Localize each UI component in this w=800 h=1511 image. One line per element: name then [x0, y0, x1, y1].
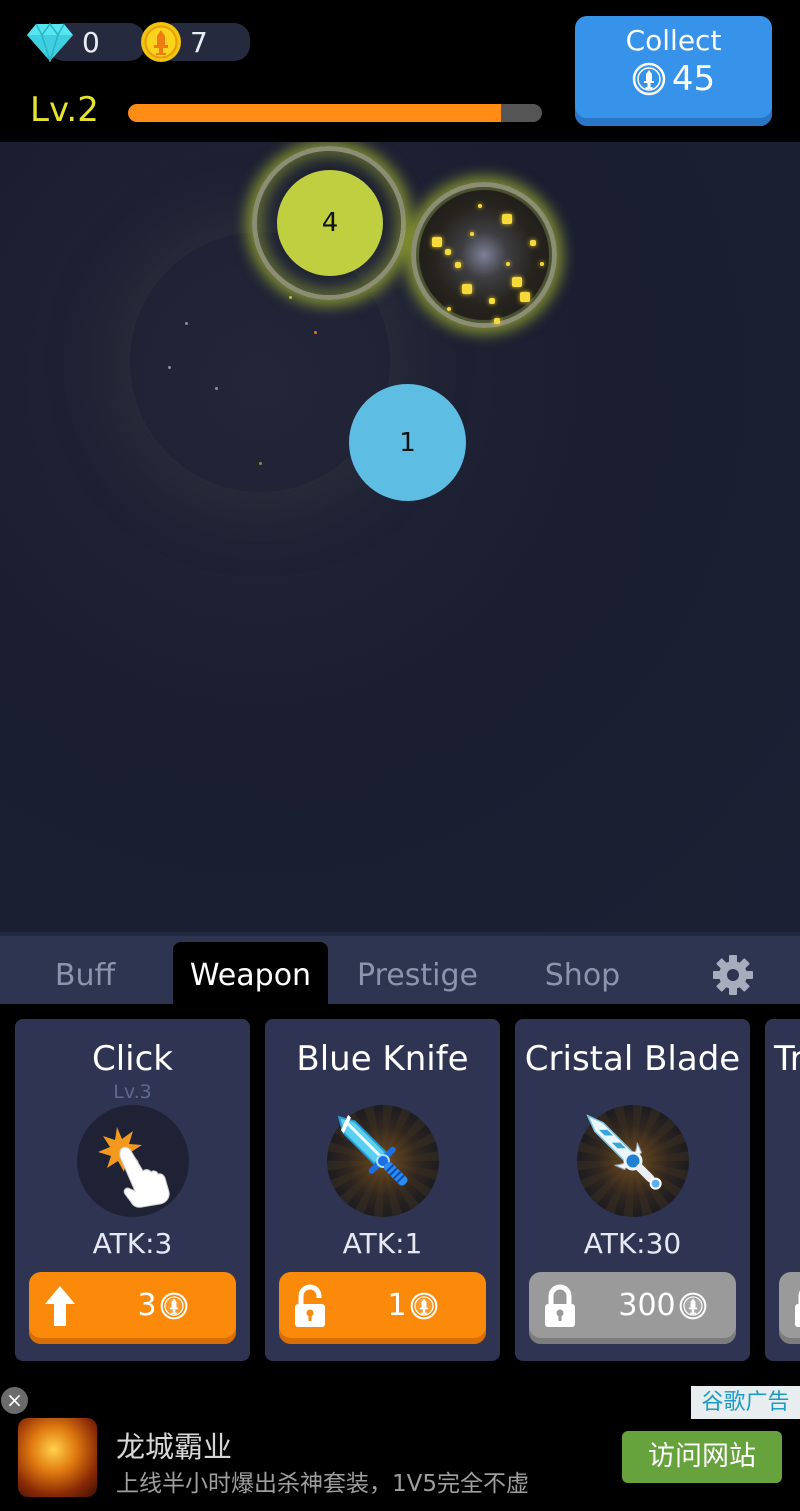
weapon-level: Lv.3: [113, 1081, 152, 1103]
tab-label: Shop: [544, 957, 621, 993]
spark-particle: [512, 277, 522, 287]
weapon-attack: ATK:1: [342, 1227, 423, 1260]
tab-shop[interactable]: Shop: [510, 942, 655, 1008]
tab-label: Prestige: [357, 957, 478, 993]
target-hp: 1: [399, 427, 416, 458]
locked-padlock-icon: [795, 1290, 800, 1327]
tab-bar: Buff Weapon Prestige Shop: [0, 932, 800, 1008]
ad-app-logo[interactable]: [18, 1418, 97, 1497]
ad-description: 上线半小时爆出杀神套装，1V5完全不虚: [116, 1471, 530, 1497]
weapon-attack: ATK:30: [583, 1227, 682, 1260]
spark-particle: [478, 204, 482, 208]
blue-knife-icon: [337, 1114, 408, 1186]
target-hp: 4: [321, 208, 339, 238]
dust-particle: [289, 296, 292, 299]
weapon-icon-frame: [327, 1105, 439, 1217]
crystal-blade-icon: [586, 1114, 662, 1190]
price-value: 1: [387, 1288, 407, 1323]
coin-outline-icon: [160, 1292, 187, 1319]
spark-particle: [520, 292, 530, 302]
weapon-name: Blue Knife: [296, 1039, 469, 1079]
coin-icon: [141, 22, 181, 62]
spark-particle: [506, 262, 510, 266]
weapon-icon-frame: [77, 1105, 189, 1217]
unlock-button-locked[interactable]: 300: [529, 1272, 736, 1344]
weapon-attack: ATK:3: [92, 1227, 173, 1260]
tab-label: Buff: [54, 957, 116, 993]
ad-label: 谷歌广告: [691, 1386, 800, 1419]
coin-outline-icon: [632, 62, 666, 96]
weapon-card-list[interactable]: Click Lv.3 ATK:3 3 Blue Knife ATK:1 1 Cr…: [0, 1004, 800, 1374]
price: 3: [89, 1288, 236, 1323]
unlock-button[interactable]: 1: [279, 1272, 486, 1344]
dust-particle: [215, 387, 218, 390]
spark-particle: [445, 249, 451, 255]
tab-prestige[interactable]: Prestige: [340, 942, 495, 1008]
dust-particle: [185, 322, 188, 325]
arrow-up-icon: [45, 1286, 75, 1326]
dust-particle: [168, 366, 171, 369]
weapon-name-text: Tr: [774, 1039, 800, 1079]
player-level: Lv.2: [30, 90, 99, 130]
play-field[interactable]: 4 1: [0, 142, 800, 932]
xp-progress-bar: [128, 104, 542, 122]
spark-particle: [432, 237, 442, 247]
spark-particle: [462, 284, 472, 294]
spark-particle: [494, 318, 500, 324]
collect-amount-row: 45: [575, 59, 772, 99]
gear-icon[interactable]: [712, 954, 754, 996]
ad-visit-button[interactable]: 访问网站: [622, 1431, 782, 1483]
top-bar: 0 7 Lv.2 Collect 45: [0, 0, 800, 142]
spark-particle: [502, 214, 512, 224]
price: 1: [339, 1288, 486, 1323]
weapon-card: Cristal Blade ATK:30 300: [515, 1019, 750, 1361]
weapon-name: Cristal Blade: [524, 1039, 741, 1079]
weapon-name: Tr: [774, 1039, 800, 1079]
tap-hand-icon: [98, 1127, 170, 1208]
gem-counter: 0: [26, 22, 145, 62]
spark-particle: [540, 262, 544, 266]
price: 300: [589, 1288, 736, 1323]
ad-banner: × 谷歌广告 龙城霸业 上线半小时爆出杀神套装，1V5完全不虚 访问网站: [0, 1374, 800, 1511]
dust-particle: [314, 331, 317, 334]
price-value: 3: [137, 1288, 157, 1323]
weapon-name: Click: [91, 1039, 173, 1079]
coin-count: 7: [190, 25, 208, 59]
dust-particle: [259, 462, 262, 465]
tab-weapon[interactable]: Weapon: [173, 942, 328, 1008]
gem-count: 0: [82, 25, 100, 59]
coin-outline-icon: [679, 1292, 707, 1319]
spark-particle: [470, 232, 474, 236]
collect-button[interactable]: Collect 45: [575, 16, 772, 126]
upgrade-button[interactable]: 3: [29, 1272, 236, 1344]
close-icon[interactable]: ×: [1, 1387, 28, 1414]
unlock-button-locked[interactable]: [779, 1272, 800, 1344]
collect-amount: 45: [671, 59, 716, 99]
coin-counter: 7: [140, 22, 250, 62]
target-circle[interactable]: 1: [349, 384, 466, 501]
unlocked-padlock-icon: [295, 1284, 325, 1327]
coin-outline-icon: [410, 1292, 437, 1319]
spark-particle: [489, 298, 495, 304]
collect-label: Collect: [625, 24, 722, 57]
diamond-icon: [27, 22, 73, 62]
weapon-card: Blue Knife ATK:1 1: [265, 1019, 500, 1361]
tab-buff[interactable]: Buff: [10, 942, 160, 1008]
spark-particle: [530, 240, 536, 246]
target-circle[interactable]: 4: [277, 170, 383, 276]
weapon-icon-frame: [577, 1105, 689, 1217]
price-value: 300: [618, 1288, 676, 1323]
weapon-card: Click Lv.3 ATK:3 3: [15, 1019, 250, 1361]
spark-particle: [447, 307, 451, 311]
spark-particle: [455, 262, 461, 268]
xp-progress-fill: [128, 104, 501, 122]
weapon-card: Tr: [765, 1019, 800, 1361]
tab-label: Weapon: [189, 957, 312, 993]
locked-padlock-icon: [545, 1284, 575, 1327]
ad-title[interactable]: 龙城霸业: [116, 1424, 232, 1466]
